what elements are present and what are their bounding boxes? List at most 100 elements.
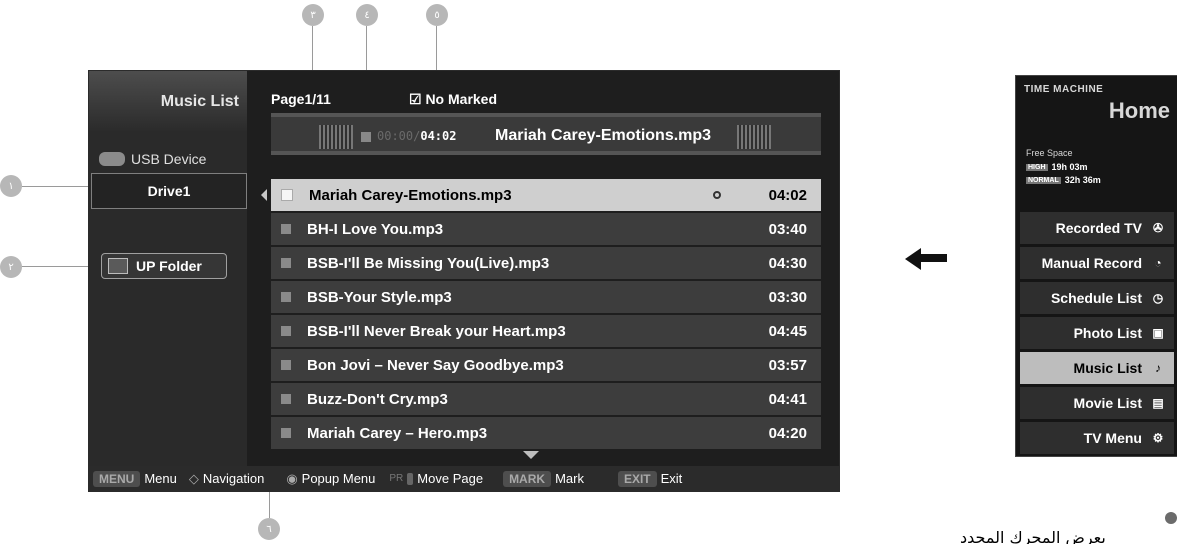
high-quality-space: HIGH 19h 03m — [1026, 162, 1088, 172]
menu-item-manual-record[interactable]: Manual Record ◔ — [1020, 247, 1174, 279]
mark-checkbox[interactable] — [281, 189, 293, 201]
time-machine-panel: TIME MACHINE Home Free Space HIGH 19h 03… — [1015, 75, 1177, 457]
mark-checkbox[interactable] — [281, 326, 291, 336]
time-machine-menu: Recorded TV ✇ Manual Record ◔ Schedule L… — [1020, 212, 1174, 457]
menu-item-label: Photo List — [1073, 325, 1142, 341]
menu-item-label: Music List — [1073, 360, 1142, 376]
drive-item[interactable]: Drive1 — [91, 173, 247, 209]
tv-manual-page: ٣ ٤ ٥ ١ ٢ ٦ Music List USB Device Drive1… — [0, 0, 1177, 544]
mark-checkbox[interactable] — [281, 394, 291, 404]
playlist-row[interactable]: BH-I Love You.mp3 03:40 — [271, 213, 821, 245]
mark-label: Mark — [555, 471, 584, 486]
navigation-label: Navigation — [202, 471, 265, 486]
mark-checkbox[interactable] — [281, 360, 291, 370]
up-folder-label: UP Folder — [136, 258, 202, 274]
move-page-label: Move Page — [417, 471, 484, 486]
playlist-row[interactable]: BSB-Your Style.mp3 03:30 — [271, 281, 821, 313]
song-name: BSB-I'll Never Break your Heart.mp3 — [307, 322, 566, 340]
up-folder-button[interactable]: UP Folder — [101, 253, 227, 279]
mark-checkbox[interactable] — [281, 428, 291, 438]
music-list-screen: Music List USB Device Drive1 UP Folder P… — [88, 70, 840, 492]
playing-indicator-icon — [713, 191, 721, 199]
mark-help[interactable]: MARK Mark — [503, 470, 584, 487]
now-playing-bar: 00:00/04:02 Mariah Carey-Emotions.mp3 — [271, 113, 821, 155]
mark-checkbox[interactable] — [281, 292, 291, 302]
menu-item-label: Schedule List — [1050, 290, 1142, 306]
scroll-down-arrow-icon[interactable] — [523, 451, 539, 459]
song-duration: 04:30 — [768, 254, 807, 272]
navigation-icon: ◇ — [188, 470, 199, 486]
movie-icon: ▤ — [1152, 396, 1164, 410]
folder-up-icon — [108, 258, 128, 274]
caption-text: يعرض المحرك المحدد — [960, 528, 1106, 544]
menu-item-photo-list[interactable]: Photo List ▣ — [1020, 317, 1174, 349]
menu-item-label: Movie List — [1073, 395, 1142, 411]
menu-help[interactable]: MENU Menu — [93, 470, 177, 487]
usb-device-row: USB Device — [99, 149, 206, 169]
exit-label: Exit — [660, 471, 683, 486]
time-machine-title: TIME MACHINE — [1024, 84, 1104, 95]
mark-checkbox[interactable] — [281, 224, 291, 234]
usb-device-label: USB Device — [131, 151, 207, 167]
playlist-row[interactable]: Bon Jovi – Never Say Goodbye.mp3 03:57 — [271, 349, 821, 381]
song-duration: 04:20 — [768, 424, 807, 442]
film-reel-icon: ✇ — [1152, 221, 1164, 235]
home-title: Home — [1108, 98, 1170, 123]
play-time: 00:00/04:02 — [377, 129, 456, 143]
menu-item-label: Manual Record — [1041, 255, 1142, 271]
total-time: 04:02 — [420, 129, 457, 143]
scroll-left-arrow-icon[interactable] — [261, 189, 267, 201]
song-name: Mariah Carey – Hero.mp3 — [307, 424, 488, 442]
page-info-bar: Page1/11 ☑ No Marked — [271, 91, 497, 107]
playlist-row[interactable]: BSB-I'll Be Missing You(Live).mp3 04:30 — [271, 247, 821, 279]
move-page-help[interactable]: PR Move Page — [389, 471, 483, 486]
menu-item-tv-menu[interactable]: TV Menu ⚙ — [1020, 422, 1174, 454]
menu-item-schedule-list[interactable]: Schedule List ◷ — [1020, 282, 1174, 314]
menu-item-label: Recorded TV — [1055, 220, 1142, 236]
popup-menu-help[interactable]: ◉ Popup Menu — [286, 471, 375, 487]
playlist-row[interactable]: Mariah Carey-Emotions.mp3 04:02 — [271, 179, 821, 211]
song-duration: 03:57 — [768, 356, 807, 374]
navigation-help[interactable]: ◇ Navigation — [189, 471, 264, 487]
high-space-value: 19h 03m — [1051, 162, 1088, 172]
left-arrow-icon — [905, 248, 947, 270]
timer-record-icon: ◔ — [1154, 256, 1162, 270]
music-note-icon: ♪ — [1155, 361, 1161, 375]
normal-space-value: 32h 36m — [1064, 175, 1101, 185]
exit-key: EXIT — [617, 470, 657, 487]
normal-quality-space: NORMAL 32h 36m — [1026, 175, 1101, 185]
callout-1: ١ — [0, 175, 22, 197]
song-name: Mariah Carey-Emotions.mp3 — [309, 186, 512, 204]
menu-help-label: Menu — [144, 471, 177, 486]
playlist: Mariah Carey-Emotions.mp3 04:02 BH-I Lov… — [271, 179, 821, 451]
elapsed-time: 00:00/ — [377, 129, 421, 143]
menu-item-recorded-tv[interactable]: Recorded TV ✇ — [1020, 212, 1174, 244]
exit-help[interactable]: EXIT Exit — [617, 470, 683, 487]
callout-1-line — [22, 186, 90, 187]
menu-key: MENU — [93, 470, 141, 487]
callout-6: ٦ — [258, 518, 280, 540]
bottom-help-bar: MENU Menu ◇ Navigation ◉ Popup Menu PR M… — [89, 466, 839, 491]
playlist-row[interactable]: Buzz-Don't Cry.mp3 04:41 — [271, 383, 821, 415]
song-duration: 03:30 — [768, 288, 807, 306]
playlist-row[interactable]: Mariah Carey – Hero.mp3 04:20 — [271, 417, 821, 449]
normal-tag: NORMAL — [1026, 176, 1061, 184]
now-playing-song: Mariah Carey-Emotions.mp3 — [495, 127, 712, 144]
playlist-row[interactable]: BSB-I'll Never Break your Heart.mp3 04:4… — [271, 315, 821, 347]
music-list-title: Music List — [160, 93, 239, 110]
ok-button-icon: ◉ — [286, 470, 298, 486]
song-name: BH-I Love You.mp3 — [307, 220, 444, 238]
menu-item-music-list[interactable]: Music List ♪ — [1020, 352, 1174, 384]
song-duration: 04:02 — [768, 186, 807, 204]
pr-key: PR — [389, 473, 404, 484]
free-space-label: Free Space — [1026, 148, 1073, 158]
song-duration: 03:40 — [768, 220, 807, 238]
menu-item-movie-list[interactable]: Movie List ▤ — [1020, 387, 1174, 419]
mark-key: MARK — [503, 470, 552, 487]
mark-checkbox[interactable] — [281, 258, 291, 268]
stop-icon[interactable] — [361, 132, 371, 142]
callout-3: ٣ — [302, 4, 324, 26]
photo-icon: ▣ — [1152, 326, 1164, 340]
high-tag: HIGH — [1026, 163, 1048, 171]
song-name: Bon Jovi – Never Say Goodbye.mp3 — [307, 356, 564, 374]
